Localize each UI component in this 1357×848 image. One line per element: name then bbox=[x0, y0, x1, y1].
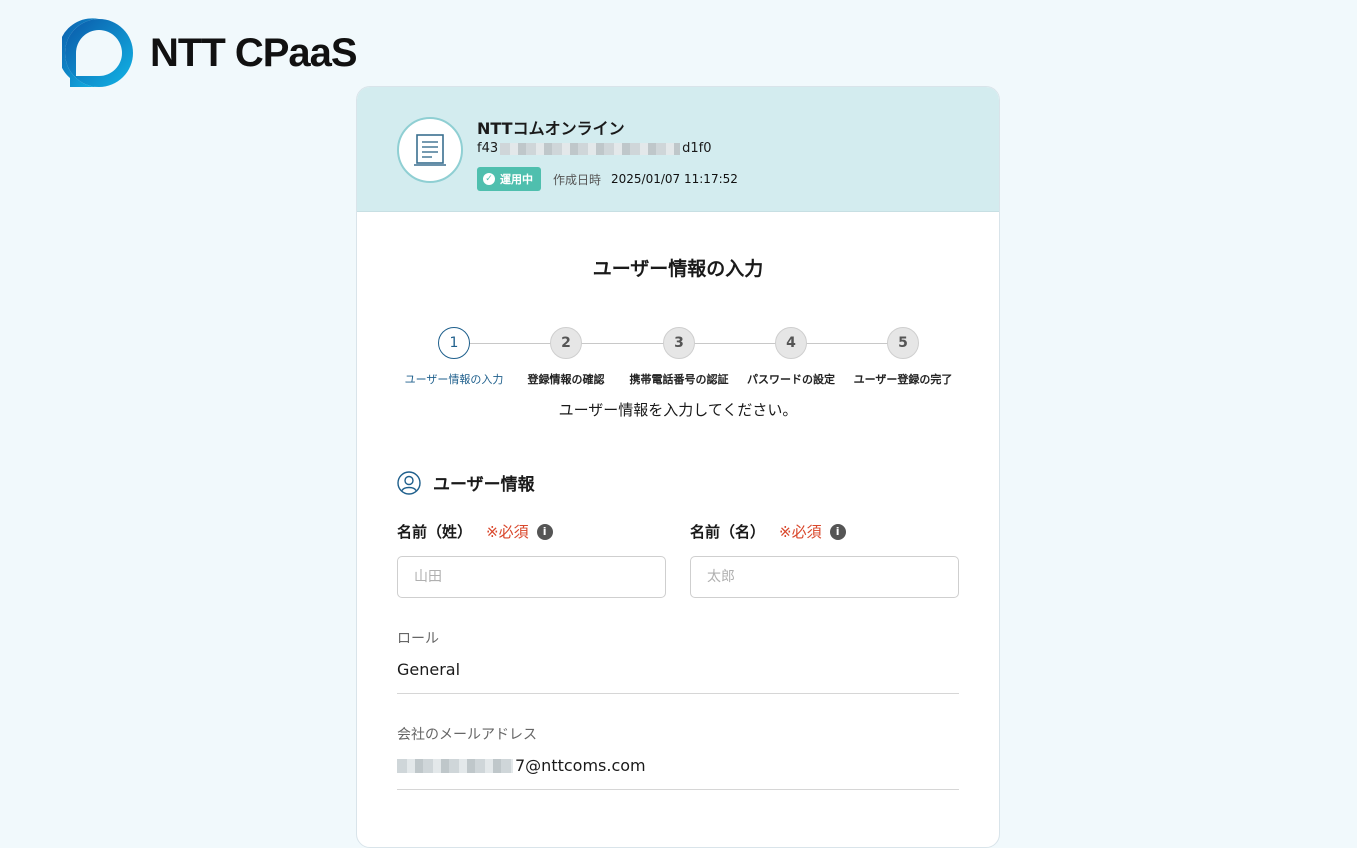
role-value: General bbox=[397, 660, 461, 679]
status-text: 運用中 bbox=[500, 173, 533, 186]
step-number: 1 bbox=[438, 327, 470, 359]
step-number: 4 bbox=[775, 327, 807, 359]
step-label: 登録情報の確認 bbox=[527, 373, 605, 386]
first-name-field: 名前（名） ※必須 i bbox=[690, 521, 959, 598]
step-3: 3 携帯電話番号の認証 bbox=[623, 327, 735, 387]
role-field: ロール General bbox=[397, 628, 959, 694]
stepper: 1 ユーザー情報の入力 2 登録情報の確認 3 携帯電話番号の認証 4 パスワー… bbox=[397, 327, 959, 387]
redacted-blur bbox=[500, 142, 681, 155]
role-label: ロール bbox=[397, 631, 439, 647]
last-name-label: 名前（姓） bbox=[397, 523, 473, 541]
required-mark: ※必須 bbox=[779, 523, 822, 541]
user-icon bbox=[397, 470, 421, 495]
step-label: パスワードの設定 bbox=[747, 373, 835, 386]
org-id: f43 d1f0 bbox=[477, 141, 712, 156]
email-field: 会社のメールアドレス 7@nttcoms.com bbox=[397, 724, 959, 790]
org-id-suffix: d1f0 bbox=[682, 141, 712, 156]
step-number: 3 bbox=[663, 327, 695, 359]
info-icon[interactable]: i bbox=[829, 523, 846, 540]
step-5: 5 ユーザー登録の完了 bbox=[847, 327, 959, 387]
registration-card: NTTコムオンライン f43 d1f0 ✓ 運用中 作成日時 2025/01/0… bbox=[356, 86, 1000, 848]
name-fields: 名前（姓） ※必須 i 名前（名） ※必須 i bbox=[397, 521, 999, 598]
step-label: ユーザー情報の入力 bbox=[404, 373, 504, 386]
page-title: ユーザー情報の入力 bbox=[592, 258, 764, 280]
document-icon bbox=[397, 117, 463, 183]
step-4: 4 パスワードの設定 bbox=[735, 327, 847, 387]
brand-name: NTT CPaaS bbox=[150, 30, 358, 75]
first-name-label: 名前（名） bbox=[690, 523, 766, 541]
section-title: ユーザー情報 bbox=[433, 475, 535, 495]
last-name-field: 名前（姓） ※必須 i bbox=[397, 521, 666, 598]
created-label: 作成日時 bbox=[553, 172, 602, 187]
ntt-logo-icon bbox=[62, 18, 133, 87]
field-label: 名前（姓） ※必須 i bbox=[397, 521, 666, 542]
check-icon: ✓ bbox=[483, 173, 495, 185]
email-label: 会社のメールアドレス bbox=[397, 727, 537, 743]
step-number: 5 bbox=[887, 327, 919, 359]
status-badge: ✓ 運用中 bbox=[477, 167, 541, 191]
step-2: 2 登録情報の確認 bbox=[510, 327, 622, 387]
org-header: NTTコムオンライン f43 d1f0 ✓ 運用中 作成日時 2025/01/0… bbox=[357, 87, 999, 212]
last-name-input[interactable] bbox=[397, 556, 666, 598]
required-mark: ※必須 bbox=[486, 523, 529, 541]
email-suffix: 7@nttcoms.com bbox=[515, 756, 646, 775]
field-label: 名前（名） ※必須 i bbox=[690, 521, 959, 542]
email-value: 7@nttcoms.com bbox=[397, 756, 959, 775]
step-label: ユーザー登録の完了 bbox=[853, 373, 953, 386]
step-number: 2 bbox=[550, 327, 582, 359]
instruction-text: ユーザー情報を入力してください。 bbox=[558, 401, 798, 419]
info-icon[interactable]: i bbox=[536, 523, 553, 540]
step-1: 1 ユーザー情報の入力 bbox=[398, 327, 510, 387]
org-meta: ✓ 運用中 作成日時 2025/01/07 11:17:52 bbox=[477, 167, 738, 191]
created-value: 2025/01/07 11:17:52 bbox=[611, 172, 738, 186]
org-id-prefix: f43 bbox=[477, 141, 499, 156]
brand-logo: NTT CPaaS bbox=[62, 16, 358, 90]
section-header: ユーザー情報 bbox=[397, 470, 999, 495]
org-name: NTTコムオンライン bbox=[477, 119, 625, 138]
first-name-input[interactable] bbox=[690, 556, 959, 598]
step-label: 携帯電話番号の認証 bbox=[629, 373, 729, 386]
redacted-blur bbox=[397, 758, 513, 773]
